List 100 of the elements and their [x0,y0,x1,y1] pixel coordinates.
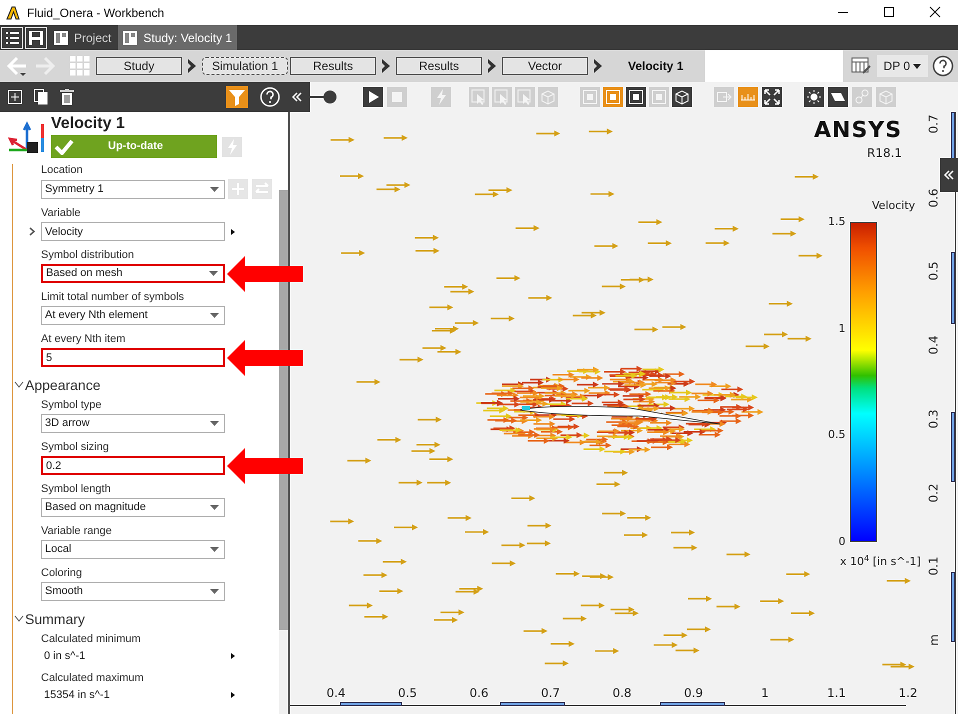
legend-unit: x 10$^{4}$ [in s^-1] [840,554,921,570]
slider-icon[interactable] [310,90,338,104]
ruler-segment [660,702,725,706]
dropdown[interactable]: Symmetry 1 [41,180,225,198]
expand-side-panel-button[interactable] [940,158,958,192]
breadcrumb-item[interactable]: Study [96,57,182,75]
caret-icon[interactable] [231,228,235,234]
ruler-segment [951,412,955,482]
chevron-icon[interactable] [14,381,24,389]
caret-icon [210,421,219,426]
caret-icon [210,547,219,552]
breadcrumb-item[interactable]: Results [396,57,482,75]
field-value: 15354 in s^-1 [44,688,111,703]
legend-tick-label: 1.5 [828,215,846,229]
light-button[interactable] [804,87,824,107]
axis-label: 1.2 [897,685,919,702]
caret-icon[interactable] [231,653,235,659]
field-label: Location [41,164,84,177]
field-label: Variable range [41,525,113,538]
legend-tick-label: 0.5 [828,428,846,442]
axis-label: 1 [760,685,770,702]
caret-icon[interactable] [231,692,235,698]
menu-button[interactable] [1,26,23,48]
input-field[interactable]: Velocity [41,222,225,241]
app-logo-icon [6,6,20,20]
tab[interactable]: Study: Velocity 1 [118,25,238,50]
axis-label: 0.8 [611,685,633,702]
ruler-segment [951,252,955,324]
field-label: Limit total number of symbols [41,291,186,304]
dropdown[interactable]: Based on magnitude [41,498,225,517]
field-label: Coloring [41,567,83,580]
copy-button[interactable] [34,89,48,105]
design-point-dropdown[interactable]: DP 0 [876,55,928,77]
caret-icon [209,271,218,276]
axis-label: 0.5 [396,685,418,702]
expand-icon[interactable] [29,227,35,236]
save-button[interactable] [25,26,47,48]
version-text: R18.1 [867,145,902,162]
legend-tick-label: 1 [838,322,846,336]
axis-label: 0.6 [927,188,941,208]
layout-icon [123,30,138,44]
breadcrumb-item[interactable]: Simulation 1 [202,57,288,75]
caret-icon [210,313,219,318]
fit-view-button[interactable] [762,87,782,107]
chevron-icon[interactable] [14,615,24,623]
field-label: Calculated minimum [41,633,142,646]
brand-logo-text: ANSYS [814,118,902,144]
field-label: Symbol sizing [41,441,110,454]
table-edit-icon [850,57,871,75]
axis-label: 0.9 [682,685,704,702]
plane-button[interactable] [828,87,848,107]
ruler-segment [951,572,955,642]
breadcrumb-item[interactable]: Vector [502,57,588,75]
play-button[interactable] [363,87,383,107]
layout-icon [54,30,68,44]
axis-label: 0.3 [927,409,941,428]
back-button[interactable] [6,55,28,77]
field-label: Symbol length [41,483,112,496]
input-field[interactable]: 5 [41,348,225,367]
breadcrumb-item[interactable]: Velocity 1 [608,57,704,75]
vector-object-icon [7,120,47,156]
input-field[interactable]: 0.2 [41,456,225,475]
axis-label: 1.1 [826,685,848,702]
dropdown[interactable]: Smooth [41,582,225,601]
caret-icon [210,505,219,510]
add-button[interactable] [8,90,22,104]
object-title: Velocity 1 [51,114,126,134]
ruler-segment [340,702,402,706]
dropdown[interactable]: Based on mesh [41,264,225,283]
graphics-viewport[interactable]: ANSYS R18.1 Velocity 1.5 1 0.5 0 x 10$^{4}$ [in s^-1] 0.4 0.5 0.6 0.7 0.8 0.9 1 1.1 1.2 0.7 0.6 0.5 0.4 0.3 0.2 0.1 m [290,112,958,714]
delete-button[interactable] [60,89,74,105]
section-title[interactable]: Appearance [25,374,101,396]
status-text: Up-to-date [107,139,164,154]
help-button[interactable] [932,55,954,77]
axis-label: 0.2 [927,482,941,502]
window-title: Fluid_Onera - Workbench [27,4,164,22]
field-label: Variable [41,207,82,220]
legend-tick-label: 0 [838,534,846,549]
dropdown[interactable]: 3D arrow [41,414,225,433]
dropdown[interactable]: Local [41,540,225,559]
field-label: Calculated maximum [41,672,145,685]
axis-label: 0.5 [927,262,941,281]
axis-label: 0.7 [540,685,562,702]
axis-label: m [927,634,941,646]
section-title[interactable]: Summary [25,608,85,630]
check-icon [54,138,74,154]
field-label: At every Nth item [41,333,126,346]
caret-icon [210,186,219,192]
cube-button[interactable] [672,87,692,107]
collapse-panel-button[interactable] [292,92,302,102]
frame-button[interactable] [626,87,646,107]
breadcrumb-item[interactable]: Results [290,57,376,75]
caret-icon [913,64,921,68]
field-value: 0 in s^-1 [44,648,86,664]
axis-label: 0.7 [927,114,941,134]
field-label: Symbol type [41,399,103,412]
axis-label: 0.4 [927,336,941,355]
dropdown[interactable]: At every Nth element [41,306,225,325]
field-label: Symbol distribution [41,249,135,262]
ruler-segment [500,702,565,706]
